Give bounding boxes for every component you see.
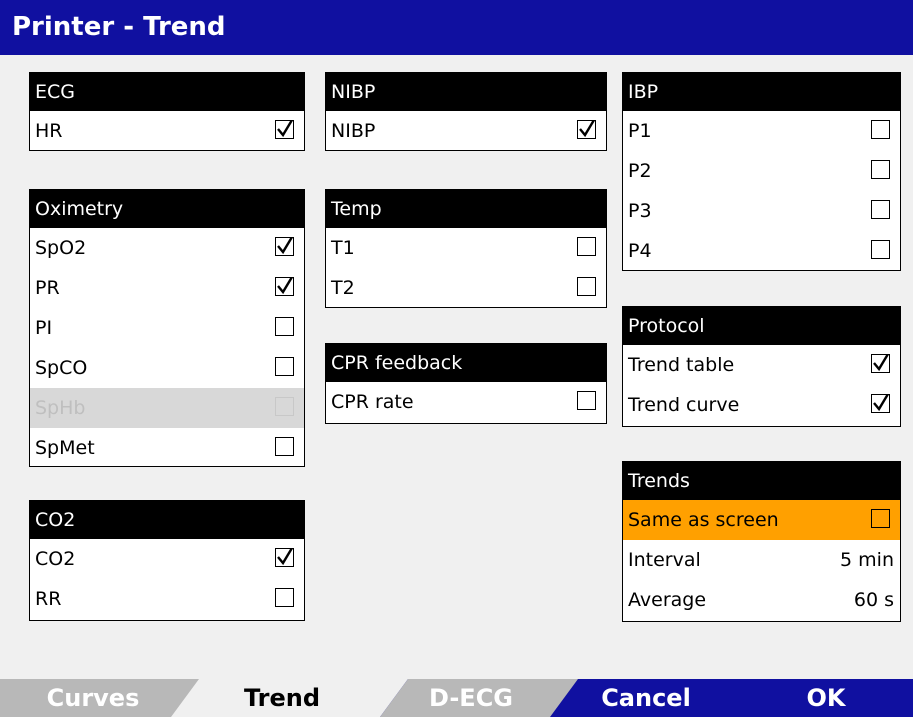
option-same-as-screen[interactable]: Same as screen xyxy=(623,500,900,540)
option-nibp[interactable]: NIBP xyxy=(326,111,606,151)
option-trend-table[interactable]: Trend table xyxy=(623,345,900,385)
co2-header: CO2 xyxy=(30,501,304,539)
nibp-group: NIBP NIBP xyxy=(325,72,607,151)
trends-group: Trends Same as screen Interval 5 min Ave… xyxy=(622,461,901,622)
same-as-screen-checkbox[interactable] xyxy=(871,509,890,528)
t2-checkbox[interactable] xyxy=(577,277,596,296)
co2-group: CO2 CO2 RR xyxy=(29,500,305,621)
option-label: SpMet xyxy=(35,437,95,459)
spco-checkbox[interactable] xyxy=(275,357,294,376)
trends-header: Trends xyxy=(623,462,900,500)
option-label: Same as screen xyxy=(628,509,779,531)
nibp-header: NIBP xyxy=(326,73,606,111)
option-p2[interactable]: P2 xyxy=(623,151,900,191)
option-rr[interactable]: RR xyxy=(30,579,304,619)
option-sphb: SpHb xyxy=(30,388,304,428)
window-title: Printer - Trend xyxy=(0,0,913,55)
option-pr[interactable]: PR xyxy=(30,268,304,308)
ecg-header: ECG xyxy=(30,73,304,111)
ok-button[interactable]: OK xyxy=(746,679,906,717)
oximetry-group: Oximetry SpO2 PR PI SpCO SpHb SpMet xyxy=(29,189,305,467)
p4-checkbox[interactable] xyxy=(871,240,890,259)
option-p3[interactable]: P3 xyxy=(623,191,900,231)
option-p1[interactable]: P1 xyxy=(623,111,900,151)
tab-decg[interactable]: D-ECG xyxy=(386,679,556,717)
t1-checkbox[interactable] xyxy=(577,237,596,256)
interval-label: Interval xyxy=(628,549,701,571)
spo2-checkbox[interactable] xyxy=(275,237,294,256)
option-trend-curve[interactable]: Trend curve xyxy=(623,385,900,425)
oximetry-header: Oximetry xyxy=(30,190,304,228)
cancel-button[interactable]: Cancel xyxy=(556,679,736,717)
bottom-tab-bar: Curves Trend D-ECG Cancel OK xyxy=(0,679,913,717)
average-value: 60 s xyxy=(853,589,894,611)
interval-setting[interactable]: Interval 5 min xyxy=(623,540,900,580)
option-label: NIBP xyxy=(331,120,376,142)
option-t1[interactable]: T1 xyxy=(326,228,606,268)
option-label: P3 xyxy=(628,200,652,222)
cpr-rate-checkbox[interactable] xyxy=(577,391,596,410)
option-label: P4 xyxy=(628,240,652,262)
tab-curves[interactable]: Curves xyxy=(0,679,186,717)
interval-value: 5 min xyxy=(840,549,894,571)
protocol-header: Protocol xyxy=(623,307,900,345)
option-cpr-rate[interactable]: CPR rate xyxy=(326,382,606,422)
option-spmet[interactable]: SpMet xyxy=(30,428,304,468)
trend-curve-checkbox[interactable] xyxy=(871,394,890,413)
cpr-feedback-header: CPR feedback xyxy=(326,344,606,382)
option-label: Trend table xyxy=(628,354,735,376)
pr-checkbox[interactable] xyxy=(275,277,294,296)
option-label: SpO2 xyxy=(35,237,87,259)
option-label: P1 xyxy=(628,120,652,142)
p2-checkbox[interactable] xyxy=(871,160,890,179)
option-label: SpHb xyxy=(35,397,86,419)
option-label: T2 xyxy=(331,277,355,299)
sphb-checkbox xyxy=(275,397,294,416)
p3-checkbox[interactable] xyxy=(871,200,890,219)
option-t2[interactable]: T2 xyxy=(326,268,606,308)
option-label: CPR rate xyxy=(331,391,414,413)
option-p4[interactable]: P4 xyxy=(623,231,900,271)
cpr-feedback-group: CPR feedback CPR rate xyxy=(325,343,607,424)
option-label: RR xyxy=(35,588,62,610)
option-label: P2 xyxy=(628,160,652,182)
average-setting[interactable]: Average 60 s xyxy=(623,580,900,620)
option-label: PR xyxy=(35,277,60,299)
ibp-group: IBP P1 P2 P3 P4 xyxy=(622,72,901,271)
option-pi[interactable]: PI xyxy=(30,308,304,348)
ibp-header: IBP xyxy=(623,73,900,111)
hr-checkbox[interactable] xyxy=(275,120,294,139)
nibp-checkbox[interactable] xyxy=(577,120,596,139)
protocol-group: Protocol Trend table Trend curve xyxy=(622,306,901,427)
trend-table-checkbox[interactable] xyxy=(871,354,890,373)
option-spco[interactable]: SpCO xyxy=(30,348,304,388)
co2-checkbox[interactable] xyxy=(275,548,294,567)
spmet-checkbox[interactable] xyxy=(275,437,294,456)
average-label: Average xyxy=(628,589,707,611)
option-spo2[interactable]: SpO2 xyxy=(30,228,304,268)
option-label: SpCO xyxy=(35,357,88,379)
p1-checkbox[interactable] xyxy=(871,120,890,139)
option-label: T1 xyxy=(331,237,355,259)
pi-checkbox[interactable] xyxy=(275,317,294,336)
option-label: CO2 xyxy=(35,548,76,570)
option-hr[interactable]: HR xyxy=(30,111,304,151)
temp-header: Temp xyxy=(326,190,606,228)
option-co2[interactable]: CO2 xyxy=(30,539,304,579)
option-label: Trend curve xyxy=(628,394,740,416)
ecg-group: ECG HR xyxy=(29,72,305,151)
temp-group: Temp T1 T2 xyxy=(325,189,607,308)
rr-checkbox[interactable] xyxy=(275,588,294,607)
option-label: PI xyxy=(35,317,53,339)
tab-trend[interactable]: Trend xyxy=(182,679,382,717)
option-label: HR xyxy=(35,120,63,142)
